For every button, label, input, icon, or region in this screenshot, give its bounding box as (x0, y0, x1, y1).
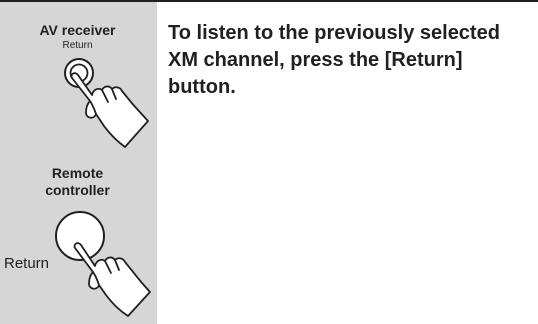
hand-press-icon-top (70, 72, 149, 148)
remote-return-label: Return (4, 255, 50, 272)
instruction-text: To listen to the previously selected XM … (168, 22, 500, 98)
hand-press-icon-bottom (73, 242, 151, 317)
illustration-art (55, 58, 151, 317)
remote-controller-label-text: Remote controller (45, 165, 110, 198)
remote-controller-label: Remote controller (0, 165, 155, 199)
